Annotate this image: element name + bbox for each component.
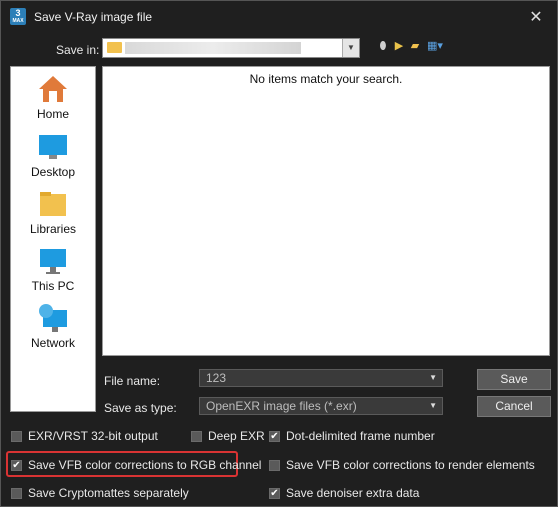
place-desktop[interactable]: Desktop — [11, 131, 95, 179]
file-name-value: 123 — [206, 371, 227, 385]
file-name-input[interactable]: 123 ▼ — [199, 369, 443, 387]
place-home[interactable]: Home — [11, 73, 95, 121]
save-in-label: Save in: — [56, 43, 100, 57]
checkbox[interactable] — [11, 487, 22, 499]
option-label: Dot-delimited frame number — [286, 429, 435, 443]
nav-toolbar: ⬮ ▶ ▰ ▦▾ — [377, 39, 445, 53]
option-deep-exr[interactable]: Deep EXR — [191, 429, 265, 443]
back-icon[interactable]: ⬮ — [377, 39, 389, 53]
chevron-down-icon[interactable]: ▼ — [342, 39, 359, 57]
checkbox[interactable] — [191, 430, 202, 442]
home-icon — [37, 73, 69, 105]
option-label: Save denoiser extra data — [286, 486, 420, 500]
file-name-label: File name: — [104, 374, 161, 388]
chevron-down-icon[interactable]: ▼ — [429, 398, 437, 414]
save-as-type-value: OpenEXR image files (*.exr) — [206, 399, 357, 413]
new-folder-icon[interactable]: ▰ — [409, 39, 421, 53]
option-vfb-rgb[interactable]: ✔ Save VFB color corrections to RGB chan… — [11, 458, 261, 472]
checkbox-checked[interactable]: ✔ — [11, 459, 22, 471]
chevron-down-icon[interactable]: ▼ — [429, 370, 437, 386]
option-label: Save Cryptomattes separately — [28, 486, 189, 500]
place-network[interactable]: Network — [11, 302, 95, 350]
folder-icon — [107, 42, 122, 53]
file-list[interactable]: No items match your search. — [102, 66, 550, 356]
save-as-type-select[interactable]: OpenEXR image files (*.exr) ▼ — [199, 397, 443, 415]
checkbox[interactable] — [11, 430, 22, 442]
checkbox-checked[interactable]: ✔ — [269, 430, 280, 442]
app-icon-sub: MAX — [12, 18, 24, 24]
place-label: Network — [30, 336, 75, 350]
checkbox[interactable] — [269, 459, 280, 471]
close-button[interactable]: ✕ — [523, 5, 549, 29]
this-pc-icon — [37, 245, 69, 277]
save-button[interactable]: Save — [477, 369, 551, 390]
empty-message: No items match your search. — [249, 72, 403, 86]
dialog-title: Save V-Ray image file — [34, 10, 153, 24]
save-as-type-label: Save as type: — [104, 401, 177, 415]
save-dialog: 3 MAX Save V-Ray image file ✕ Save in: ▼… — [0, 0, 558, 507]
option-label: Save VFB color corrections to RGB channe… — [28, 458, 262, 472]
option-label: Deep EXR — [208, 429, 265, 443]
close-icon: ✕ — [529, 9, 543, 26]
3dsmax-app-icon: 3 MAX — [10, 8, 26, 25]
place-this-pc[interactable]: This PC — [11, 245, 95, 293]
option-dot-delimited[interactable]: ✔ Dot-delimited frame number — [269, 429, 435, 443]
place-label: Desktop — [30, 165, 76, 179]
option-label: Save VFB color corrections to render ele… — [286, 458, 535, 472]
option-vfb-elements[interactable]: Save VFB color corrections to render ele… — [269, 458, 535, 472]
view-menu-icon[interactable]: ▦▾ — [425, 39, 445, 53]
app-icon-text: 3 — [15, 8, 21, 18]
place-label: This PC — [31, 279, 75, 293]
checkbox-checked[interactable]: ✔ — [269, 487, 280, 499]
save-in-path — [125, 42, 301, 54]
desktop-icon — [37, 131, 69, 163]
option-exr-32bit[interactable]: EXR/VRST 32-bit output — [11, 429, 158, 443]
network-icon — [37, 302, 69, 334]
option-label: EXR/VRST 32-bit output — [28, 429, 158, 443]
cancel-button[interactable]: Cancel — [477, 396, 551, 417]
place-label: Libraries — [29, 222, 77, 236]
libraries-icon — [37, 188, 69, 220]
place-label: Home — [36, 107, 69, 121]
title-bar: 3 MAX Save V-Ray image file ✕ — [1, 1, 557, 33]
option-cryptomattes[interactable]: Save Cryptomattes separately — [11, 486, 189, 500]
save-in-combo[interactable]: ▼ — [102, 38, 360, 58]
place-libraries[interactable]: Libraries — [11, 188, 95, 236]
option-denoiser[interactable]: ✔ Save denoiser extra data — [269, 486, 419, 500]
up-folder-icon[interactable]: ▶ — [393, 39, 405, 53]
places-bar: Home Desktop Libraries This PC Network — [10, 66, 96, 412]
